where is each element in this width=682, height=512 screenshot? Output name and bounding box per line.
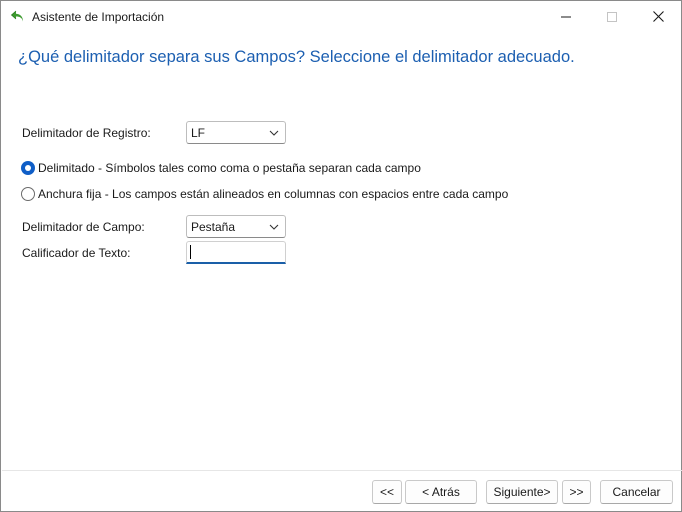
delimited-radio[interactable] [21,161,35,175]
fixed-width-radio-label[interactable]: Anchura fija - Los campos están alineado… [38,187,508,201]
title-bar[interactable]: Asistente de Importación [1,1,681,33]
text-qualifier-label: Calificador de Texto: [22,246,131,260]
footer-divider [2,470,682,471]
field-delimiter-label: Delimitador de Campo: [22,220,145,234]
undo-arrow-icon [10,9,26,25]
record-delimiter-select[interactable]: LF [186,121,286,144]
chevron-down-icon [269,224,279,230]
delimited-radio-label[interactable]: Delimitado - Símbolos tales como coma o … [38,161,421,175]
first-page-button[interactable]: << [372,480,402,504]
text-qualifier-input[interactable] [186,241,286,264]
minimize-button[interactable] [543,1,589,32]
chevron-down-icon [269,130,279,136]
field-delimiter-select[interactable]: Pestaña [186,215,286,238]
last-page-button[interactable]: >> [562,480,591,504]
window-title: Asistente de Importación [32,10,165,24]
back-button[interactable]: < Atrás [405,480,477,504]
page-heading: ¿Qué delimitador separa sus Campos? Sele… [18,48,575,66]
fixed-width-radio[interactable] [21,187,35,201]
text-caret [190,245,191,259]
import-wizard-window: Asistente de Importación ¿Qué delimitado… [0,0,682,512]
close-button[interactable] [635,1,681,32]
cancel-button[interactable]: Cancelar [600,480,673,504]
minimize-icon [561,16,571,17]
record-delimiter-value: LF [191,126,206,140]
field-delimiter-value: Pestaña [191,220,236,234]
maximize-button [589,1,635,32]
record-delimiter-label: Delimitador de Registro: [22,126,151,140]
close-icon [652,11,664,22]
maximize-icon [607,11,617,22]
next-button[interactable]: Siguiente> [486,480,558,504]
